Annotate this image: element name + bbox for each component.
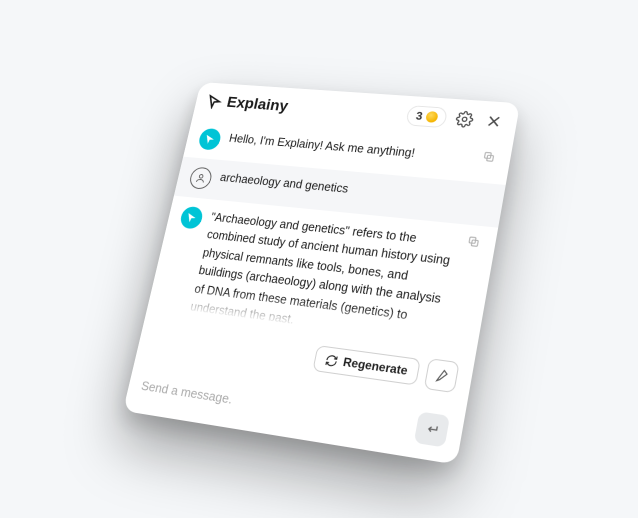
chat-panel: Explainy 3	[123, 82, 520, 465]
coin-count: 3	[415, 109, 424, 122]
brand: Explainy	[205, 92, 290, 115]
copy-icon[interactable]	[481, 150, 496, 163]
broom-icon	[433, 367, 451, 385]
clean-button[interactable]	[424, 358, 460, 393]
regenerate-label: Regenerate	[342, 355, 409, 378]
gear-icon	[454, 110, 475, 128]
message-text: "Archaeology and genetics" refers to the…	[190, 209, 457, 343]
cursor-icon	[202, 133, 217, 146]
settings-button[interactable]	[452, 108, 477, 130]
brand-name: Explainy	[225, 94, 290, 116]
coin-icon	[425, 111, 439, 123]
coin-balance[interactable]: 3	[406, 105, 449, 128]
enter-icon	[423, 421, 440, 438]
cursor-icon	[184, 211, 199, 225]
bot-avatar	[179, 206, 205, 230]
close-button[interactable]	[481, 110, 506, 132]
header-actions: 3	[406, 105, 507, 132]
copy-icon[interactable]	[466, 235, 481, 249]
close-icon	[485, 113, 503, 129]
chat-log: Hello, I'm Explainy! Ask me anything! ar…	[136, 118, 514, 405]
user-icon	[194, 172, 207, 184]
user-avatar	[188, 167, 214, 190]
bot-avatar	[197, 128, 222, 151]
refresh-icon	[324, 353, 339, 368]
send-button[interactable]	[414, 411, 450, 447]
cursor-logo-icon	[205, 93, 224, 110]
regenerate-button[interactable]: Regenerate	[312, 345, 421, 386]
